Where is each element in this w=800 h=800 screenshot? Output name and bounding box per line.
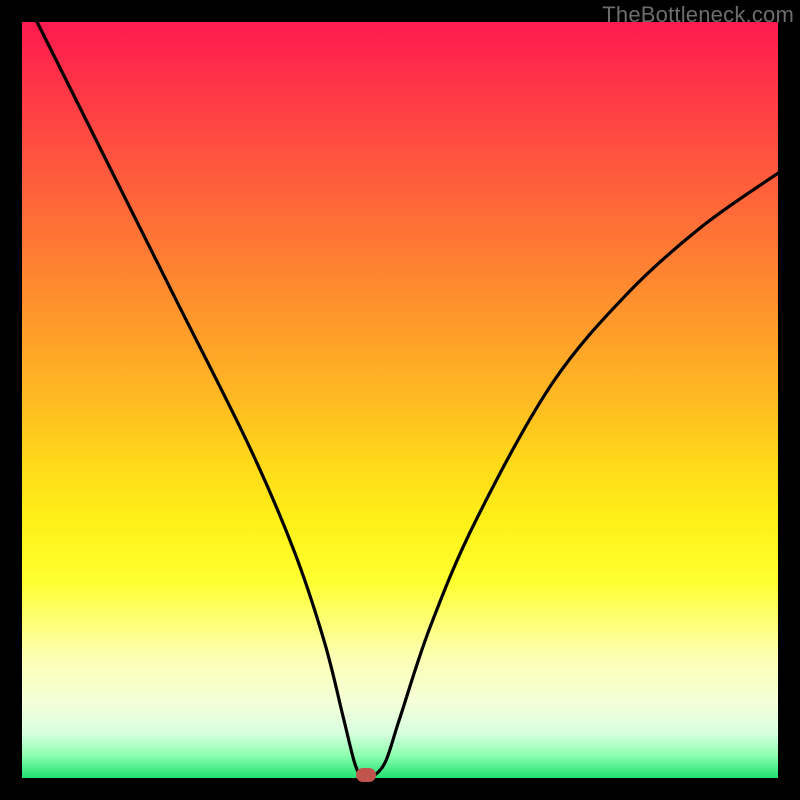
plot-area xyxy=(22,22,778,778)
watermark-text: TheBottleneck.com xyxy=(602,2,794,28)
chart-frame: TheBottleneck.com xyxy=(0,0,800,800)
bottleneck-curve xyxy=(22,22,778,778)
bottleneck-marker xyxy=(356,768,376,782)
